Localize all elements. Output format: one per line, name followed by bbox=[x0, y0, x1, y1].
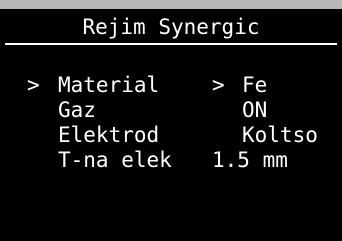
top-bezel bbox=[0, 0, 342, 9]
lcd-screen: Rejim Synergic > Material > Fe Gaz ON El… bbox=[0, 9, 342, 241]
menu-item-diameter-label[interactable]: T-na elek bbox=[58, 148, 172, 172]
selection-cursor: > bbox=[27, 73, 40, 97]
menu-item-diameter-value[interactable]: 1.5 mm bbox=[212, 148, 288, 172]
menu-item-elektrod-label[interactable]: Elektrod bbox=[58, 123, 159, 147]
menu-item-material-label[interactable]: Material bbox=[58, 73, 159, 97]
menu-item-material-marker: > bbox=[212, 73, 225, 97]
menu-item-gaz-value[interactable]: ON bbox=[242, 98, 267, 122]
menu-item-gaz-label[interactable]: Gaz bbox=[58, 98, 96, 122]
title-bar: Rejim Synergic bbox=[5, 9, 337, 45]
menu-item-material-value[interactable]: Fe bbox=[242, 73, 267, 97]
menu-item-elektrod-value[interactable]: Koltso bbox=[242, 123, 318, 147]
screen-title: Rejim Synergic bbox=[82, 15, 260, 39]
